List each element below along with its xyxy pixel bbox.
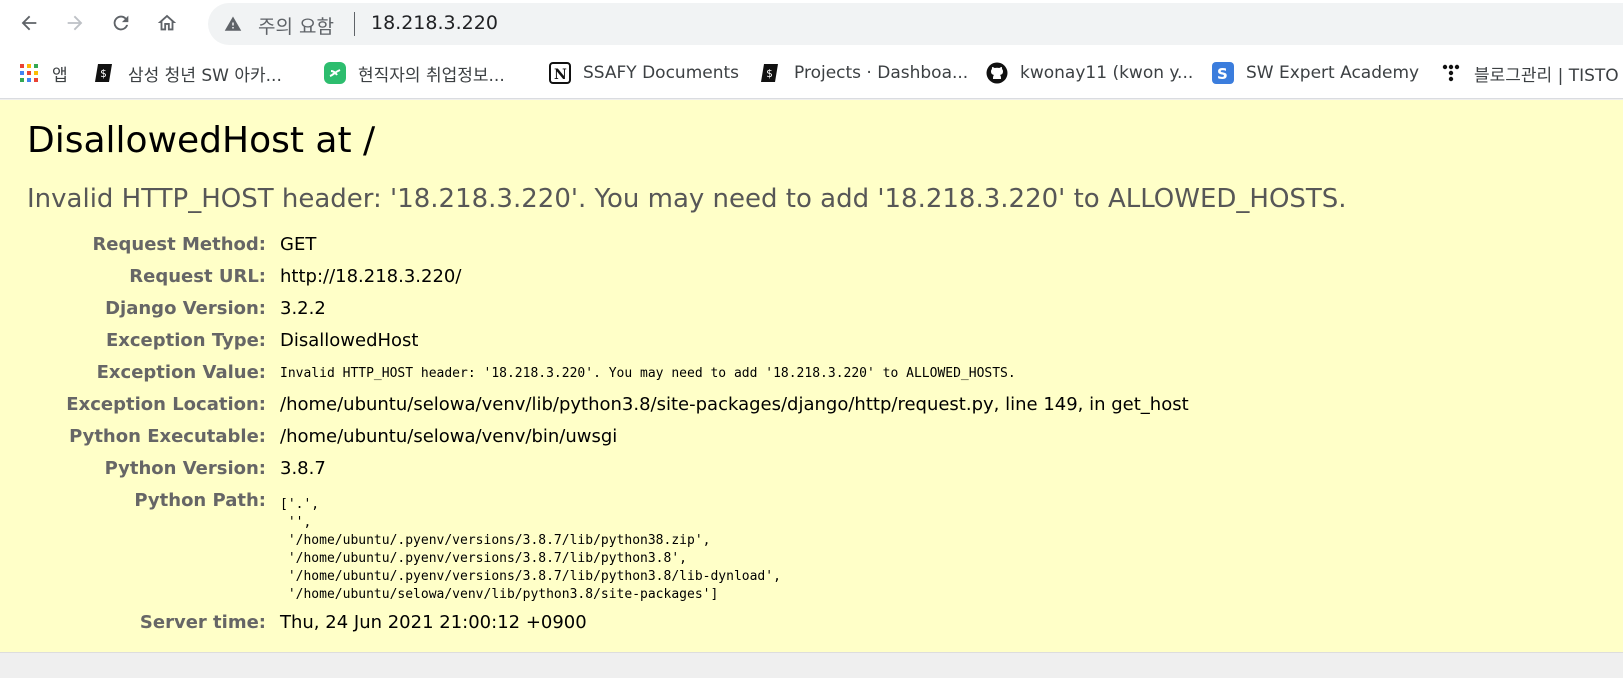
bookmark-tistory[interactable]: 블로그관리 | TISTO [1440, 58, 1619, 88]
meta-value: 3.8.7 [280, 458, 326, 479]
back-arrow-icon [21, 15, 37, 31]
python-path-value: ['.', '', '/home/ubuntu/.pyenv/versions/… [280, 497, 781, 602]
swea-icon: S [1212, 62, 1234, 84]
dollar-terminal-icon: $ [94, 62, 116, 84]
svg-text:$: $ [766, 67, 773, 80]
error-title: DisallowedHost at / [27, 120, 376, 161]
bookmark-label: 현직자의 취업정보... [358, 65, 505, 86]
forward-button[interactable] [58, 6, 92, 40]
svg-text:S: S [1217, 65, 1228, 83]
meta-value: Thu, 24 Jun 2021 21:00:12 +0900 [280, 612, 587, 633]
meta-value: Invalid HTTP_HOST header: '18.218.3.220'… [280, 366, 1016, 381]
tistory-icon [1440, 62, 1462, 84]
security-status-label[interactable]: 주의 요함 [258, 12, 334, 39]
error-summary: DisallowedHost at / Invalid HTTP_HOST he… [0, 100, 1623, 653]
url-text[interactable]: 18.218.3.220 [371, 12, 498, 34]
apps-grid-icon [18, 62, 40, 84]
meta-label: Python Executable: [69, 426, 266, 447]
meta-value: GET [280, 234, 317, 255]
browser-toolbar: 주의 요함 18.218.3.220 [0, 0, 1623, 47]
bookmark-label: 삼성 청년 SW 아카... [128, 65, 282, 86]
back-button[interactable] [12, 6, 46, 40]
bookmark-label: Projects · Dashboa... [794, 63, 969, 83]
bookmark-sw-expert-academy[interactable]: S SW Expert Academy [1212, 58, 1419, 88]
meta-label: Python Path: [134, 490, 266, 511]
meta-value: http://18.218.3.220/ [280, 266, 462, 287]
exception-message: Invalid HTTP_HOST header: '18.218.3.220'… [27, 184, 1347, 214]
bookmark-career-info[interactable]: 현직자의 취업정보... [324, 58, 505, 88]
reload-icon [113, 15, 129, 31]
meta-label: Exception Type: [105, 330, 266, 351]
home-icon [157, 14, 177, 31]
meta-value: /home/ubuntu/selowa/venv/bin/uwsgi [280, 426, 618, 447]
home-button[interactable] [150, 6, 184, 40]
warning-icon[interactable] [224, 15, 242, 33]
svg-text:$: $ [100, 67, 107, 80]
dollar-terminal-icon: $ [760, 62, 782, 84]
reload-button[interactable] [104, 6, 138, 40]
address-separator [354, 12, 355, 36]
github-icon [986, 62, 1008, 84]
notion-icon: N [549, 62, 571, 84]
svg-text:N: N [554, 67, 567, 83]
bookmark-apps[interactable]: 앱 [18, 58, 68, 88]
forward-arrow-icon [67, 15, 83, 31]
address-bar[interactable]: 주의 요함 18.218.3.220 [208, 3, 1623, 45]
meta-label: Exception Value: [96, 362, 266, 383]
meta-label: Request Method: [92, 234, 266, 255]
green-link-icon [324, 62, 346, 84]
bookmark-label: SSAFY Documents [583, 63, 740, 83]
bookmark-label: 앱 [52, 65, 68, 86]
bookmark-label: kwonay11 (kwon y... [1020, 63, 1194, 83]
bookmark-github[interactable]: kwonay11 (kwon y... [986, 58, 1193, 88]
meta-value: /home/ubuntu/selowa/venv/lib/python3.8/s… [280, 394, 1189, 415]
meta-label: Server time: [139, 612, 266, 633]
meta-label: Django Version: [105, 298, 266, 319]
bookmark-ssafy-documents[interactable]: N SSAFY Documents [549, 58, 739, 88]
meta-label: Exception Location: [66, 394, 266, 415]
meta-label: Request URL: [129, 266, 266, 287]
meta-value: DisallowedHost [280, 330, 419, 351]
bookmarks-bar: 앱 $ 삼성 청년 SW 아카... 현직자의 취업정보... N SSAFY … [0, 47, 1623, 99]
meta-value: 3.2.2 [280, 298, 326, 319]
bookmark-label: 블로그관리 | TISTO [1474, 65, 1619, 86]
meta-label: Python Version: [104, 458, 266, 479]
bookmark-ssafy[interactable]: $ 삼성 청년 SW 아카... [94, 58, 282, 88]
bookmark-projects-dashboard[interactable]: $ Projects · Dashboa... [760, 58, 968, 88]
bookmark-label: SW Expert Academy [1246, 63, 1420, 83]
